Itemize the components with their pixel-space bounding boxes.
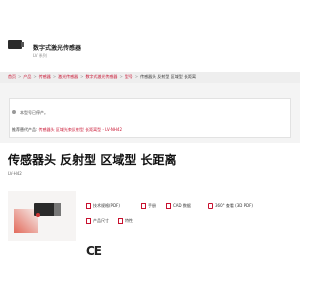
manual-link[interactable]: 手册	[141, 203, 156, 209]
breadcrumb-current: 传感器头 反射型 区域型 长距离	[140, 74, 196, 79]
dimensions-icon	[86, 218, 91, 224]
document-icon	[141, 203, 146, 209]
series-title: 数字式激光传感器	[33, 45, 82, 52]
replacement-info: 推荐替代产品: 传感器头 区域光束反射型 长距离型 - LV-NH42	[12, 127, 122, 133]
breadcrumb-separator: >	[52, 74, 57, 79]
breadcrumb-separator: >	[33, 74, 37, 79]
dimensions-link[interactable]: 产品尺寸	[86, 218, 109, 224]
3d-view-label: 360° 查看 (3D PDF)	[215, 203, 253, 208]
pdf-icon	[86, 203, 91, 209]
breadcrumb-item-home[interactable]: 首页	[8, 74, 16, 79]
info-icon	[12, 110, 16, 114]
breadcrumb-item-products[interactable]: 产品	[23, 74, 31, 79]
cad-link[interactable]: CAD 数据	[166, 203, 191, 209]
download-links: 技术规格(PDF) 手册 CAD 数据 360° 查看 (3D PDF) 产品尺…	[86, 203, 296, 224]
breadcrumb-separator: >	[80, 74, 84, 79]
sensor-lens-graphic	[36, 213, 40, 217]
product-image	[8, 191, 76, 241]
features-link[interactable]: 特性	[118, 218, 133, 224]
breadcrumb-separator: >	[119, 74, 123, 79]
cad-label: CAD 数据	[173, 203, 191, 208]
spec-pdf-label: 技术规格(PDF)	[93, 203, 120, 208]
product-title: 传感器头 反射型 区域型 长距离	[8, 153, 177, 167]
breadcrumb-item-models[interactable]: 型号	[125, 74, 133, 79]
ce-mark: CE	[86, 244, 102, 258]
breadcrumb: 首页 > 产品 > 传感器 > 激光传感器 > 数字式激光传感器 > 型号 > 传感器头 反射型 区域型…	[8, 74, 196, 80]
cad-icon	[166, 203, 171, 209]
breadcrumb-separator: >	[18, 74, 22, 79]
breadcrumb-item-series[interactable]: 数字式激光传感器	[85, 74, 117, 79]
breadcrumb-item-laser-sensors[interactable]: 激光传感器	[58, 74, 78, 79]
cube-icon	[208, 203, 213, 209]
spec-pdf-link[interactable]: 技术规格(PDF)	[86, 203, 120, 209]
breadcrumb-separator: >	[134, 74, 139, 79]
features-icon	[118, 218, 123, 224]
replacement-label: 推荐替代产品:	[12, 127, 38, 132]
manual-label: 手册	[148, 203, 156, 208]
breadcrumb-item-sensors[interactable]: 传感器	[39, 74, 51, 79]
series-thumbnail	[8, 40, 24, 49]
discontinued-text: 本型号已停产。	[20, 110, 48, 115]
model-number: LV-H42	[8, 171, 22, 176]
series-subtitle: LV 系列	[33, 53, 47, 58]
sensor-connector-graphic	[54, 203, 61, 216]
dimensions-label: 产品尺寸	[93, 218, 109, 223]
series-header	[0, 0, 300, 72]
3d-view-link[interactable]: 360° 查看 (3D PDF)	[208, 203, 253, 209]
features-label: 特性	[125, 218, 133, 223]
replacement-link[interactable]: 传感器头 区域光束反射型 长距离型 - LV-NH42	[39, 127, 122, 132]
